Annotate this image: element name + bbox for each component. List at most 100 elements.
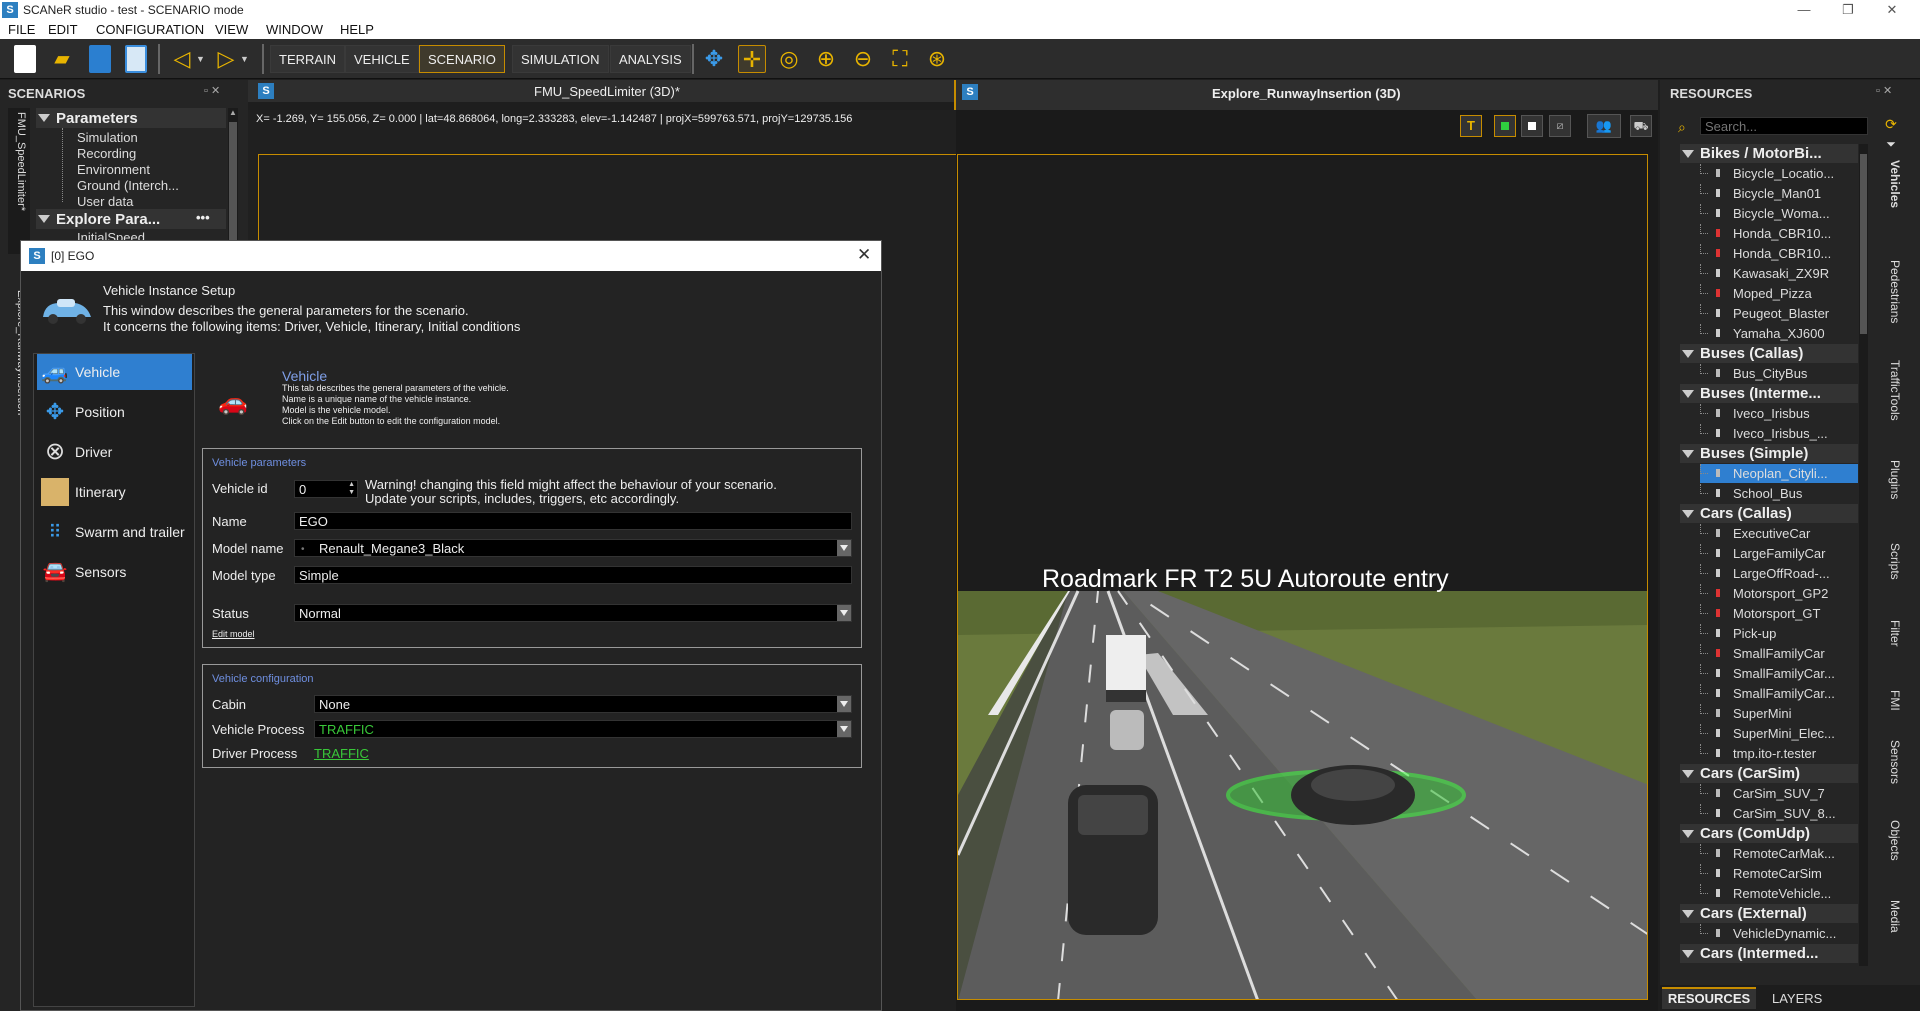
side-tab-fmi[interactable]: FMI bbox=[1888, 690, 1902, 711]
scroll-up-icon[interactable]: ▲ bbox=[229, 108, 237, 118]
resource-item[interactable]: Honda_CBR10... bbox=[1700, 244, 1858, 263]
status-select[interactable]: Normal bbox=[294, 604, 852, 622]
tree-item-simulation[interactable]: Simulation bbox=[77, 130, 138, 145]
step-back-icon[interactable]: ◁ bbox=[168, 45, 196, 73]
side-tab-media[interactable]: Media bbox=[1888, 900, 1902, 933]
resource-item[interactable]: Bicycle_Woma... bbox=[1700, 204, 1858, 223]
resource-group-header[interactable]: Cars (ComUdp) bbox=[1680, 824, 1858, 843]
nav-driver[interactable]: ⊗ Driver bbox=[37, 434, 190, 470]
resource-group-header[interactable]: Buses (Interme... bbox=[1680, 384, 1858, 403]
nav-position[interactable]: ✥ Position bbox=[37, 394, 190, 430]
side-tab-traffictools[interactable]: TrafficTools bbox=[1888, 360, 1902, 421]
tree-item-recording[interactable]: Recording bbox=[77, 146, 136, 161]
resource-item[interactable]: Bicycle_Man01 bbox=[1700, 184, 1858, 203]
resource-item[interactable]: Neoplan_Cityli... bbox=[1700, 464, 1858, 483]
mode-analysis-button[interactable]: ANALYSIS bbox=[610, 45, 691, 73]
resource-item[interactable]: Kawasaki_ZX9R bbox=[1700, 264, 1858, 283]
resource-item[interactable]: RemoteVehicle... bbox=[1700, 884, 1858, 903]
refresh-icon[interactable]: ⟳ bbox=[1882, 116, 1900, 134]
resource-item[interactable]: Iveco_Irisbus bbox=[1700, 404, 1858, 423]
mode-vehicle-button[interactable]: VEHICLE bbox=[345, 45, 419, 73]
panel-controls-icon[interactable]: ▫ ✕ bbox=[204, 84, 242, 97]
tree-item-environment[interactable]: Environment bbox=[77, 162, 150, 177]
right-view-title[interactable]: Explore_RunwayInsertion (3D) bbox=[1212, 86, 1401, 101]
tab-resources[interactable]: RESOURCES bbox=[1662, 987, 1756, 1009]
filter-icon[interactable]: ⏷ bbox=[1882, 137, 1900, 155]
name-input[interactable]: EGO bbox=[294, 512, 852, 530]
resource-group-header[interactable]: Bikes / MotorBi... bbox=[1680, 144, 1858, 163]
side-tab-scripts[interactable]: Scripts bbox=[1888, 543, 1902, 580]
resource-item[interactable]: LargeOffRoad-... bbox=[1700, 564, 1858, 583]
edit-view-icon[interactable]: ⧄ bbox=[1549, 115, 1571, 137]
resource-group-header[interactable]: Buses (Callas) bbox=[1680, 344, 1858, 363]
select-icon[interactable]: ✥ bbox=[700, 45, 728, 73]
resource-group-header[interactable]: Cars (CarSim) bbox=[1680, 764, 1858, 783]
resource-item[interactable]: Motorsport_GP2 bbox=[1700, 584, 1858, 603]
side-tab-plugins[interactable]: Plugins bbox=[1888, 460, 1902, 499]
resource-item[interactable]: CarSim_SUV_7 bbox=[1700, 784, 1858, 803]
explore-parameters-header[interactable]: Explore Para... ••• bbox=[36, 209, 226, 229]
menu-configuration[interactable]: CONFIGURATION bbox=[96, 22, 204, 37]
target-icon[interactable]: ⊛ bbox=[923, 45, 951, 73]
menu-help[interactable]: HELP bbox=[340, 22, 374, 37]
camera-menu-icon[interactable]: 👥 bbox=[1587, 114, 1621, 138]
new-file-icon[interactable] bbox=[14, 45, 36, 73]
tree-item-ground[interactable]: Ground (Interch... bbox=[77, 178, 179, 193]
close-icon[interactable]: ✕ bbox=[1872, 0, 1912, 20]
resources-scrollbar[interactable] bbox=[1859, 144, 1868, 966]
dialog-close-icon[interactable]: ✕ bbox=[857, 245, 871, 265]
resource-item[interactable]: SuperMini bbox=[1700, 704, 1858, 723]
side-tab-filter[interactable]: Filter bbox=[1888, 620, 1902, 647]
side-tab-sensors[interactable]: Sensors bbox=[1888, 740, 1902, 784]
play-icon[interactable]: ▷ bbox=[212, 45, 240, 73]
zoom-extent-icon[interactable]: ⛶ bbox=[886, 45, 914, 73]
vehicle-id-spinbox[interactable]: 0 ▲ ▼ bbox=[294, 480, 358, 498]
resource-item[interactable]: Honda_CBR10... bbox=[1700, 224, 1858, 243]
zoom-in-icon[interactable]: ⊕ bbox=[812, 45, 840, 73]
zoom-out-icon[interactable]: ⊖ bbox=[849, 45, 877, 73]
side-tab-pedestrians[interactable]: Pedestrians bbox=[1888, 260, 1902, 323]
mode-simulation-button[interactable]: SIMULATION bbox=[512, 45, 609, 73]
tree-item-user-data[interactable]: User data bbox=[77, 194, 133, 209]
resource-group-header[interactable]: Buses (Simple) bbox=[1680, 444, 1858, 463]
resource-item[interactable]: SmallFamilyCar... bbox=[1700, 664, 1858, 683]
resource-item[interactable]: ExecutiveCar bbox=[1700, 524, 1858, 543]
resource-group-header[interactable]: Cars (External) bbox=[1680, 904, 1858, 923]
minimize-icon[interactable]: — bbox=[1784, 0, 1824, 20]
panel-controls-icon[interactable]: ▫ ✕ bbox=[1876, 84, 1914, 97]
resource-item[interactable]: SmallFamilyCar bbox=[1700, 644, 1858, 663]
side-tab-objects[interactable]: Objects bbox=[1888, 820, 1902, 861]
resource-item[interactable]: Yamaha_XJ600 bbox=[1700, 324, 1858, 343]
menu-view[interactable]: VIEW bbox=[215, 22, 248, 37]
resource-item[interactable]: School_Bus bbox=[1700, 484, 1858, 503]
side-tab-vehicles[interactable]: Vehicles bbox=[1888, 160, 1902, 208]
top-view-button[interactable]: T bbox=[1460, 115, 1482, 137]
resource-item[interactable]: Motorsport_GT bbox=[1700, 604, 1858, 623]
resource-item[interactable]: RemoteCarMak... bbox=[1700, 844, 1858, 863]
resource-item[interactable]: LargeFamilyCar bbox=[1700, 544, 1858, 563]
mode-scenario-button[interactable]: SCENARIO bbox=[419, 45, 505, 73]
save-icon[interactable] bbox=[89, 45, 111, 73]
edit-model-link[interactable]: Edit model bbox=[212, 629, 255, 639]
resource-item[interactable]: SmallFamilyCar... bbox=[1700, 684, 1858, 703]
search-input[interactable] bbox=[1701, 118, 1865, 134]
resource-group-header[interactable]: Cars (Callas) bbox=[1680, 504, 1858, 523]
maximize-icon[interactable]: ❐ bbox=[1828, 0, 1868, 20]
nav-itinerary[interactable]: Itinerary bbox=[37, 474, 190, 510]
green-view-button[interactable] bbox=[1494, 115, 1516, 137]
scrollbar-thumb[interactable] bbox=[1860, 154, 1867, 334]
scrollbar-thumb[interactable] bbox=[229, 122, 237, 242]
resource-item[interactable]: RemoteCarSim bbox=[1700, 864, 1858, 883]
left-view-title[interactable]: FMU_SpeedLimiter (3D)* bbox=[534, 84, 680, 99]
resource-item[interactable]: Pick-up bbox=[1700, 624, 1858, 643]
zoom-fit-icon[interactable]: ◎ bbox=[775, 45, 803, 73]
resource-item[interactable]: SuperMini_Elec... bbox=[1700, 724, 1858, 743]
cabin-select[interactable]: None bbox=[314, 695, 852, 713]
menu-file[interactable]: FILE bbox=[8, 22, 35, 37]
menu-window[interactable]: WINDOW bbox=[266, 22, 323, 37]
model-name-select[interactable]: • Renault_Megane3_Black bbox=[294, 539, 852, 557]
more-options-icon[interactable]: ••• bbox=[196, 210, 210, 225]
nav-vehicle[interactable]: 🚙 Vehicle bbox=[37, 354, 192, 390]
open-folder-icon[interactable]: ▰ bbox=[48, 45, 76, 73]
nav-swarm-trailer[interactable]: ⠿ Swarm and trailer bbox=[37, 514, 190, 550]
